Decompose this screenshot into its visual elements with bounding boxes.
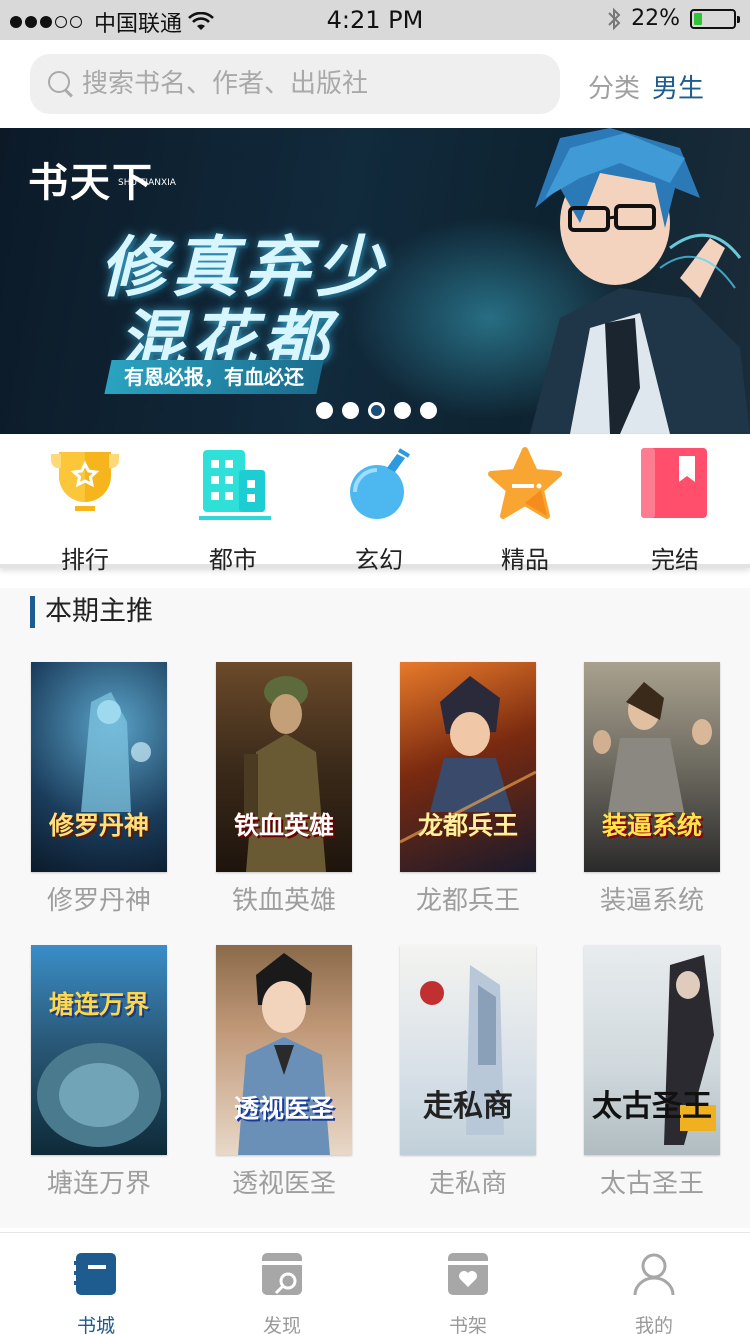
search-header: 分类 男生 — [0, 40, 750, 128]
cover-title: 太古圣王 — [592, 1089, 712, 1124]
nav-label: 书架 — [448, 1315, 487, 1334]
search-input[interactable] — [82, 69, 522, 99]
cover-title: 装逼系统 — [601, 811, 702, 840]
profile-icon — [633, 1253, 675, 1296]
shortcut-completed[interactable]: 完结 — [620, 446, 730, 575]
shortcut-city[interactable]: 都市 — [178, 446, 288, 575]
bookmark-book-icon — [641, 448, 707, 518]
book-cover[interactable]: 透视医圣 — [216, 945, 352, 1155]
battery-icon — [690, 8, 740, 29]
book-card[interactable]: 透视医圣 透视医圣 — [216, 945, 352, 1200]
book-title[interactable]: 龙都兵王 — [400, 880, 536, 917]
search-box[interactable] — [30, 54, 560, 114]
book-cover[interactable]: 装逼系统 — [584, 662, 720, 872]
bookstore-icon — [74, 1253, 116, 1295]
book-title[interactable]: 塘连万界 — [31, 1163, 167, 1200]
pager-dot[interactable] — [316, 402, 333, 419]
pager-dot[interactable] — [420, 402, 437, 419]
book-card[interactable]: 塘连万界 塘连万界 — [31, 945, 167, 1200]
nav-item-bookstore[interactable]: 书城 — [46, 1251, 146, 1334]
cover-title: 修罗丹神 — [48, 811, 149, 840]
cover-art — [37, 1043, 161, 1147]
book-card[interactable]: 铁血英雄 铁血英雄 — [216, 662, 352, 917]
section-title: 本期主推 — [30, 596, 153, 628]
search-icon — [46, 69, 76, 99]
city-icon — [199, 450, 271, 520]
bottom-nav: 书城 发现 书架 我的 — [0, 1232, 750, 1334]
discover-icon — [262, 1253, 302, 1295]
book-cover[interactable]: 塘连万界 — [31, 945, 167, 1155]
book-title[interactable]: 走私商 — [400, 1163, 536, 1200]
cover-title: 透视医圣 — [233, 1094, 334, 1123]
status-bar: 中国联通 4:21 PM 22% — [0, 0, 750, 40]
book-card[interactable]: 装逼系统 装逼系统 — [584, 662, 720, 917]
nav-item-discover[interactable]: 发现 — [232, 1251, 332, 1334]
banner-character-illustration — [530, 128, 750, 434]
gender-toggle[interactable]: 男生 — [652, 68, 704, 105]
book-cover[interactable]: 走私商 — [400, 945, 536, 1155]
book-card[interactable]: 走私商 走私商 — [400, 945, 536, 1200]
shortcut-fantasy[interactable]: 玄幻 — [324, 446, 434, 575]
nav-label: 书城 — [76, 1315, 115, 1334]
banner-logo-sub: SHU TIANXIA — [118, 178, 176, 188]
book-card[interactable]: 修罗丹神 修罗丹神 — [31, 662, 167, 917]
cover-title: 走私商 — [423, 1089, 513, 1124]
banner-tagline-text: 有恩必报，有血必还 — [124, 365, 304, 389]
cover-title: 龙都兵王 — [417, 811, 518, 840]
battery-percent: 22% — [631, 6, 680, 31]
banner-pager[interactable] — [316, 402, 437, 419]
status-right: 22% — [607, 6, 740, 31]
book-cover[interactable]: 铁血英雄 — [216, 662, 352, 872]
pager-dot-active[interactable] — [368, 402, 385, 419]
battery-level — [694, 12, 703, 25]
book-title[interactable]: 装逼系统 — [584, 880, 720, 917]
book-cover[interactable]: 龙都兵王 — [400, 662, 536, 872]
featured-section: 本期主推 修罗丹神 修罗丹神 铁血英雄 铁血英雄 龙都兵王 龙都兵王 装逼系统 … — [0, 588, 750, 1228]
shortcut-label: 排行 — [61, 546, 109, 574]
nav-item-bookshelf[interactable]: 书架 — [418, 1251, 518, 1334]
bluetooth-icon — [608, 7, 621, 30]
book-cover[interactable]: 太古圣王 — [584, 945, 720, 1155]
book-title[interactable]: 太古圣王 — [584, 1163, 720, 1200]
bookshelf-icon — [448, 1253, 488, 1295]
pager-dot[interactable] — [342, 402, 359, 419]
book-card[interactable]: 太古圣王 太古圣王 — [584, 945, 720, 1200]
category-link[interactable]: 分类 — [588, 68, 640, 105]
book-title[interactable]: 修罗丹神 — [31, 880, 167, 917]
banner-tagline: 有恩必报，有血必还 — [104, 360, 324, 394]
book-cover[interactable]: 修罗丹神 — [31, 662, 167, 872]
book-card[interactable]: 龙都兵王 龙都兵王 — [400, 662, 536, 917]
shortcut-label: 都市 — [209, 546, 257, 574]
shortcut-premium[interactable]: 精品 — [470, 446, 580, 575]
trophy-icon — [50, 452, 120, 511]
category-shortcuts: 排行 都市 玄幻 精品 完结 — [0, 434, 750, 574]
book-title[interactable]: 透视医圣 — [216, 1163, 352, 1200]
book-title[interactable]: 铁血英雄 — [216, 880, 352, 917]
nav-item-profile[interactable]: 我的 — [604, 1251, 704, 1334]
shortcut-label: 玄幻 — [355, 546, 403, 574]
star-icon — [488, 447, 562, 519]
shortcut-ranking[interactable]: 排行 — [30, 446, 140, 575]
cover-title: 铁血英雄 — [233, 811, 334, 840]
nav-label: 我的 — [634, 1315, 673, 1334]
shortcut-label: 精品 — [501, 546, 549, 574]
cover-title: 塘连万界 — [48, 990, 149, 1019]
promo-banner[interactable]: 书天下 SHU TIANXIA 修真弃少 混花都 有恩必报，有血必还 — [0, 128, 750, 434]
pager-dot[interactable] — [394, 402, 411, 419]
nav-label: 发现 — [262, 1315, 301, 1334]
gourd-icon — [350, 448, 411, 519]
shortcut-label: 完结 — [651, 546, 699, 574]
